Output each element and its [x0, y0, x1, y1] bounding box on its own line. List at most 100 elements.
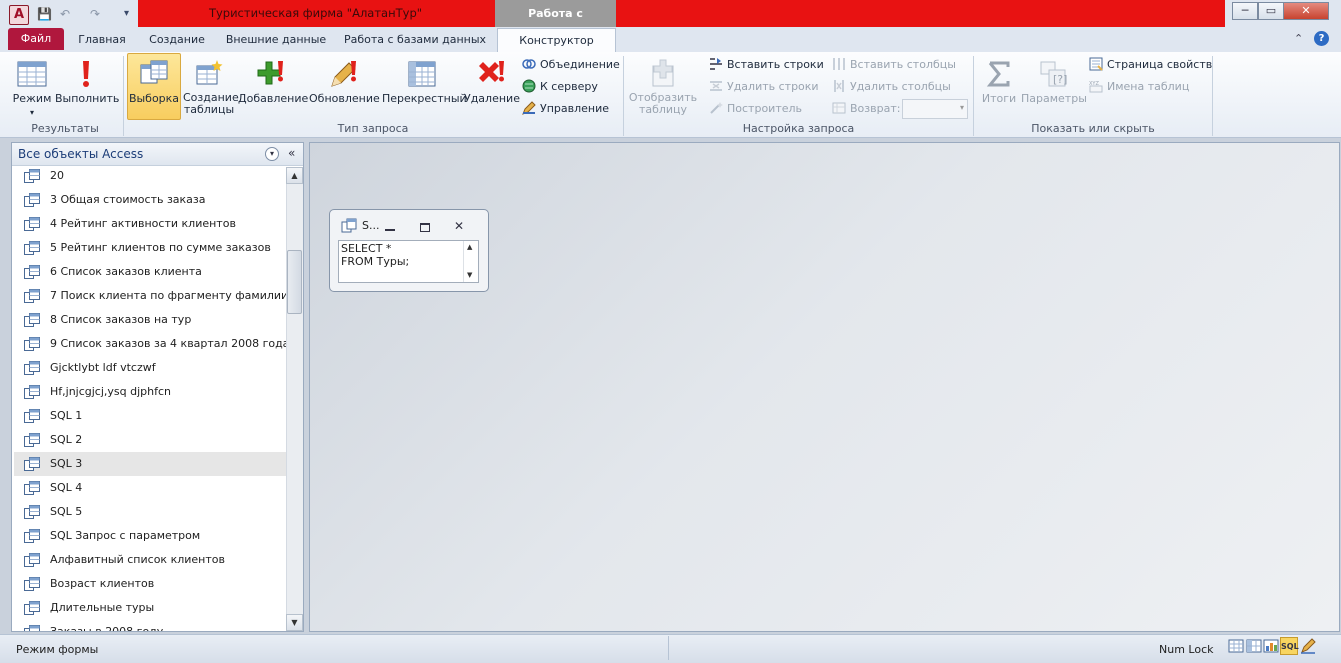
scroll-up-icon[interactable]: ▲	[286, 167, 303, 184]
nav-item[interactable]: SQL 4	[14, 476, 286, 500]
nav-item-label: 6 Список заказов клиента	[50, 265, 202, 278]
nav-item[interactable]: Заказы в 2008 году	[14, 620, 286, 631]
nav-item[interactable]: SQL 1	[14, 404, 286, 428]
collapse-ribbon-icon[interactable]: ⌃	[1294, 32, 1303, 45]
nav-item[interactable]: SQL 5	[14, 500, 286, 524]
minimize-button[interactable]: ─	[1232, 2, 1258, 20]
nav-item-label: Алфавитный список клиентов	[50, 553, 225, 566]
select-query-button[interactable]: Выборка	[127, 54, 181, 120]
builder-label: Построитель	[727, 102, 803, 115]
delete-rows-button[interactable]: Удалить строки	[709, 77, 819, 97]
run-button[interactable]: Выполнить	[55, 54, 119, 120]
nav-scrollbar[interactable]	[286, 167, 303, 631]
redo-icon[interactable]: ↷	[90, 5, 100, 23]
update-query-button[interactable]: Обновление	[309, 54, 380, 120]
query-icon	[24, 241, 40, 255]
query-restore-icon[interactable]	[420, 223, 430, 232]
append-query-button[interactable]: Добавление	[238, 54, 309, 120]
undo-icon[interactable]: ↶	[60, 5, 70, 23]
context-tab-query-tools: Работа с запросами	[495, 0, 616, 48]
datasheet-view-icon	[17, 61, 47, 87]
nav-item[interactable]: 9 Список заказов за 4 квартал 2008 года	[14, 332, 289, 356]
nav-item[interactable]: Hf,jnjcgjcj,ysq djphfcn	[14, 380, 286, 404]
scroll-thumb[interactable]	[287, 250, 302, 314]
pass-through-button[interactable]: К серверу	[522, 77, 598, 97]
nav-item[interactable]: 6 Список заказов клиента	[14, 260, 286, 284]
delete-rows-icon	[709, 79, 723, 93]
insert-columns-button[interactable]: Вставить столбцы	[832, 55, 956, 75]
group-separator	[123, 56, 124, 136]
nav-item[interactable]: SQL 3	[14, 452, 286, 476]
crosstab-query-button[interactable]: Перекрестный	[382, 54, 467, 120]
access-app-icon[interactable]: A	[9, 5, 29, 25]
nav-item[interactable]: 8 Список заказов на тур	[14, 308, 286, 332]
return-combobox[interactable]: ▾	[902, 99, 968, 119]
group-label-results: Результаты	[31, 122, 99, 135]
nav-item[interactable]: Длительные туры	[14, 596, 286, 620]
delete-columns-label: Удалить столбцы	[850, 80, 951, 93]
scroll-down-icon[interactable]: ▼	[286, 614, 303, 631]
nav-item[interactable]: 3 Общая стоимость заказа	[14, 188, 286, 212]
append-query-label: Добавление	[238, 92, 309, 105]
pivottable-view-icon[interactable]	[1245, 637, 1263, 655]
tab-home[interactable]: Главная	[70, 28, 134, 52]
nav-item-label: SQL 3	[50, 457, 83, 470]
pivotchart-view-icon[interactable]	[1262, 637, 1280, 655]
nav-item-label: SQL 1	[50, 409, 83, 422]
tab-file[interactable]: Файл	[8, 28, 64, 50]
nav-item[interactable]: SQL Запрос с параметром	[14, 524, 286, 548]
show-table-button[interactable]: Отобразить таблицу	[627, 54, 699, 120]
return-icon	[832, 101, 846, 115]
nav-item-label: 5 Рейтинг клиентов по сумме заказов	[50, 241, 271, 254]
query-icon	[24, 601, 40, 615]
help-icon[interactable]: ?	[1314, 31, 1329, 46]
parameters-button[interactable]: [?] Параметры	[1021, 54, 1087, 120]
datasheet-view-icon[interactable]	[1227, 637, 1245, 655]
query-icon	[24, 217, 40, 231]
builder-button[interactable]: Построитель	[709, 99, 802, 119]
sql-scroll-down-icon[interactable]: ▼	[467, 271, 472, 279]
maximize-button[interactable]: ▭	[1258, 2, 1284, 20]
tab-design[interactable]: Конструктор	[497, 28, 616, 52]
design-view-icon[interactable]	[1299, 637, 1317, 655]
nav-menu-chevron-icon[interactable]: ▾	[265, 147, 279, 161]
nav-item[interactable]: 20	[14, 166, 286, 188]
property-sheet-button[interactable]: Страница свойств	[1089, 55, 1212, 75]
customize-qat-icon[interactable]: ▾	[124, 5, 129, 23]
nav-item[interactable]: 5 Рейтинг клиентов по сумме заказов	[14, 236, 286, 260]
make-table-button[interactable]: Создание таблицы	[183, 54, 239, 120]
tab-create[interactable]: Создание	[142, 28, 212, 52]
globe-icon	[522, 79, 536, 93]
select-query-label: Выборка	[128, 92, 180, 105]
union-query-button[interactable]: Объединение	[522, 55, 620, 75]
sql-view-button[interactable]: SQL	[1280, 637, 1299, 655]
close-button[interactable]: ✕	[1283, 2, 1329, 20]
data-definition-button[interactable]: Управление	[522, 99, 609, 119]
mode-button[interactable]: Режим ▾	[11, 54, 53, 120]
table-names-button[interactable]: XYZ Имена таблиц	[1089, 77, 1189, 97]
tab-external-data[interactable]: Внешние данные	[222, 28, 330, 52]
sql-scroll-up-icon[interactable]: ▲	[467, 243, 472, 251]
insert-rows-button[interactable]: Вставить строки	[709, 55, 824, 75]
numlock-indicator: Num Lock	[1159, 643, 1214, 656]
nav-collapse-icon[interactable]: «	[288, 146, 295, 160]
nav-item[interactable]: SQL 2	[14, 428, 286, 452]
query-close-icon[interactable]: ✕	[454, 219, 464, 233]
insert-columns-label: Вставить столбцы	[850, 58, 956, 71]
save-icon[interactable]: 💾	[37, 5, 52, 23]
query-minimize-icon[interactable]	[385, 229, 395, 231]
nav-item[interactable]: 4 Рейтинг активности клиентов	[14, 212, 286, 236]
delete-columns-button[interactable]: Удалить столбцы	[832, 77, 951, 97]
nav-item[interactable]: 7 Поиск клиента по фрагменту фамилии	[14, 284, 288, 308]
tab-database-tools[interactable]: Работа с базами данных	[342, 28, 488, 52]
delete-query-button[interactable]: Удаление	[464, 54, 520, 120]
parameters-icon: [?]	[1040, 61, 1067, 87]
nav-item-label: SQL Запрос с параметром	[50, 529, 201, 542]
insert-rows-icon	[709, 57, 723, 71]
nav-item[interactable]: Алфавитный список клиентов	[14, 548, 286, 572]
nav-item[interactable]: Gjcktlybt ldf vtczwf	[14, 356, 286, 380]
navigation-pane-title[interactable]: Все объекты Access	[18, 147, 143, 163]
sql-editor[interactable]: SELECT * FROM Туры;	[338, 240, 479, 283]
totals-button[interactable]: Итоги	[978, 54, 1020, 120]
nav-item[interactable]: Возраст клиентов	[14, 572, 286, 596]
